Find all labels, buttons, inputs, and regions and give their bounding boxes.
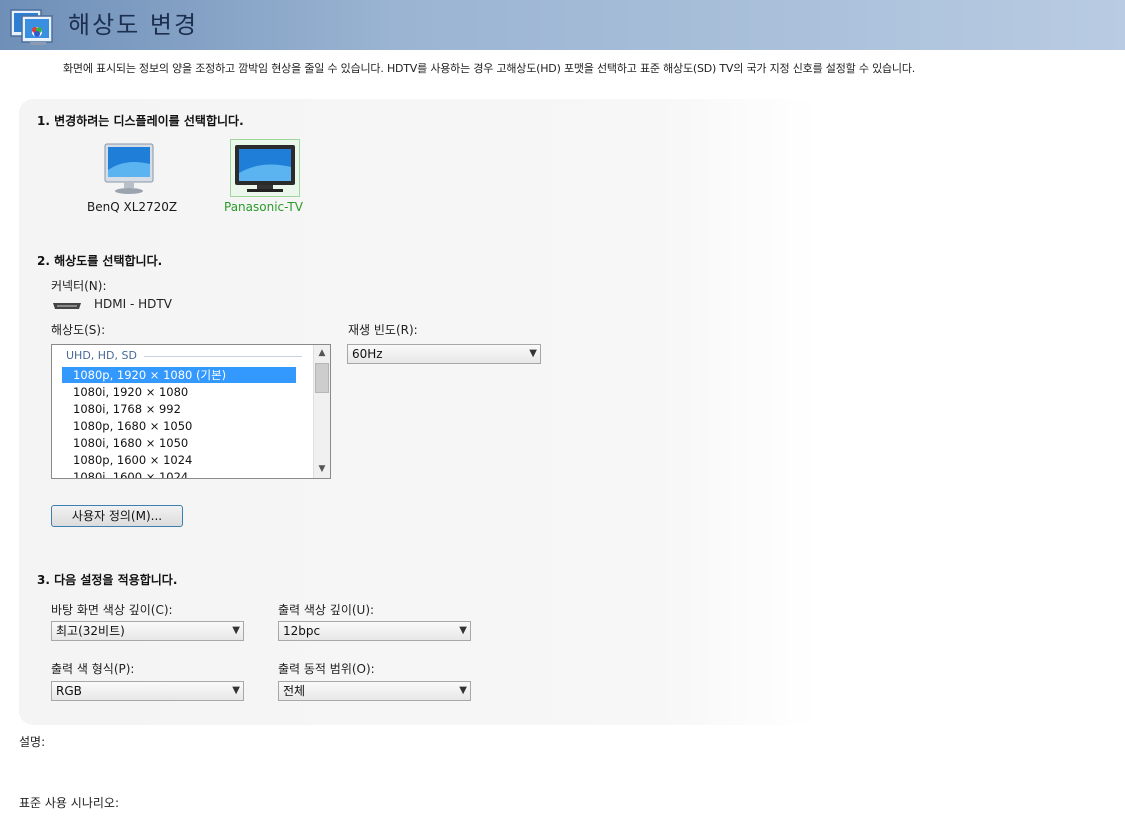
- refresh-rate-select[interactable]: 60Hz ▼: [347, 344, 541, 364]
- dynamic-range-select[interactable]: 전체 ▼: [278, 681, 471, 701]
- description-label: 설명:: [19, 735, 46, 749]
- scroll-up-icon[interactable]: ▲: [314, 345, 330, 362]
- chevron-down-icon: ▼: [232, 625, 240, 636]
- scroll-down-icon[interactable]: ▼: [314, 461, 330, 478]
- display-name-panasonic: Panasonic-TV: [224, 200, 303, 214]
- page-title: 해상도 변경: [68, 11, 199, 39]
- dynamic-range-value: 전체: [283, 684, 306, 698]
- output-depth-label: 출력 색상 깊이(U):: [278, 603, 375, 617]
- step1-title: 1. 변경하려는 디스플레이를 선택합니다.: [37, 114, 244, 128]
- color-format-select[interactable]: RGB ▼: [51, 681, 244, 701]
- refresh-rate-label: 재생 빈도(R):: [348, 323, 418, 337]
- refresh-rate-value: 60Hz: [352, 347, 383, 361]
- step3-title: 3. 다음 설정을 적용합니다.: [37, 573, 178, 587]
- chevron-down-icon: ▼: [232, 685, 240, 696]
- resolution-scrollbar[interactable]: ▲ ▼: [313, 345, 330, 478]
- resolution-item[interactable]: 1080p, 1920 × 1080 (기본): [62, 367, 296, 383]
- connector-value: HDMI - HDTV: [94, 297, 172, 311]
- custom-resolution-button[interactable]: 사용자 정의(M)...: [51, 505, 183, 527]
- chevron-down-icon: ▼: [529, 348, 537, 359]
- resolution-listbox[interactable]: UHD, HD, SD 1080p, 1920 × 1080 (기본) 1080…: [51, 344, 331, 479]
- resolution-group-header: UHD, HD, SD: [66, 349, 137, 362]
- scenario-label: 표준 사용 시나리오:: [19, 796, 119, 810]
- resolution-item[interactable]: 1080p, 1680 × 1050: [62, 418, 296, 434]
- output-depth-value: 12bpc: [283, 624, 321, 638]
- chevron-down-icon: ▼: [459, 625, 467, 636]
- resolution-label: 해상도(S):: [51, 323, 106, 337]
- connector-label: 커넥터(N):: [51, 279, 107, 293]
- chevron-down-icon: ▼: [459, 685, 467, 696]
- resolution-item[interactable]: 1080i, 1920 × 1080: [62, 384, 296, 400]
- display-name-benq: BenQ XL2720Z: [87, 200, 178, 214]
- resolution-item[interactable]: 1080i, 1600 × 1024: [62, 469, 296, 478]
- dynamic-range-label: 출력 동적 범위(O):: [278, 662, 375, 676]
- color-format-value: RGB: [56, 684, 82, 698]
- desktop-depth-value: 최고(32비트): [56, 624, 125, 638]
- display-benq[interactable]: [100, 140, 160, 196]
- header-banner: 해상도 변경: [0, 0, 1125, 50]
- group-divider: [144, 356, 302, 357]
- resolution-item[interactable]: 1080p, 1600 × 1024: [62, 452, 296, 468]
- tv-icon: [235, 145, 295, 192]
- desktop-depth-select[interactable]: 최고(32비트) ▼: [51, 621, 244, 641]
- color-format-label: 출력 색 형식(P):: [51, 662, 135, 676]
- resolution-item[interactable]: 1080i, 1768 × 992: [62, 401, 296, 417]
- display-settings-icon: [10, 8, 56, 48]
- output-depth-select[interactable]: 12bpc ▼: [278, 621, 471, 641]
- display-panasonic[interactable]: [230, 139, 300, 197]
- desktop-depth-label: 바탕 화면 색상 깊이(C):: [51, 603, 173, 617]
- step2-title: 2. 해상도를 선택합니다.: [37, 254, 163, 268]
- hdmi-connector-icon: [52, 299, 82, 309]
- monitor-icon: [104, 143, 154, 194]
- intro-text: 화면에 표시되는 정보의 양을 조정하고 깜박임 현상을 줄일 수 있습니다. …: [63, 62, 916, 75]
- resolution-item[interactable]: 1080i, 1680 × 1050: [62, 435, 296, 451]
- scroll-thumb[interactable]: [315, 363, 329, 393]
